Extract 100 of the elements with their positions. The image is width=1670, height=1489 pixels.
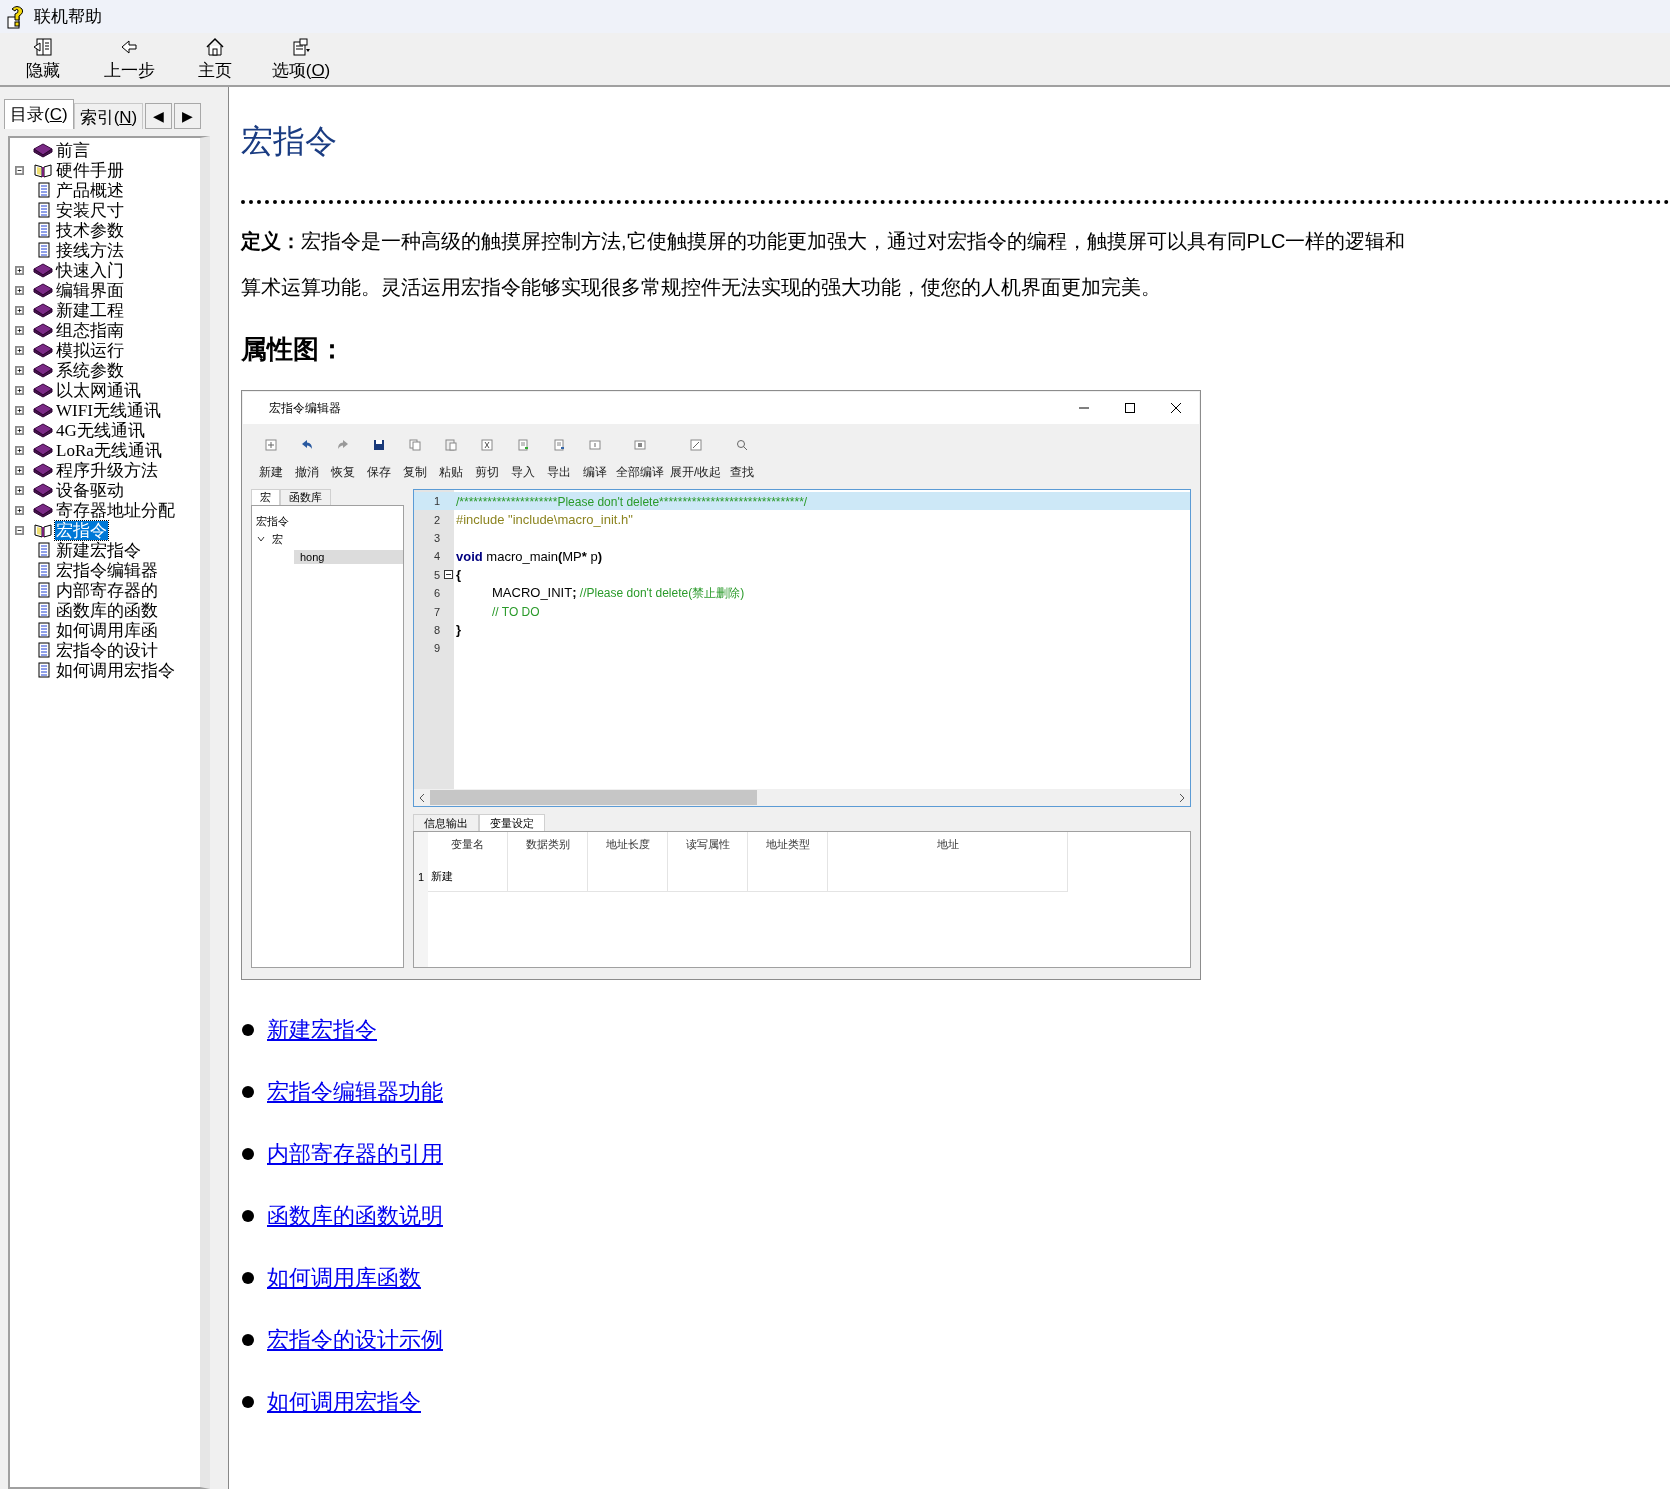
toolbar-button[interactable]: 粘贴 [433,438,469,486]
fold-marker-icon[interactable] [444,570,453,580]
table-cell: 新建 [428,862,508,892]
toolbar-button[interactable]: 隐藏 [0,33,86,85]
toolbar-button[interactable]: 撤消 [289,438,325,486]
tab[interactable]: 宏 [251,489,280,505]
toolbar-button[interactable]: 导出 [541,438,577,486]
expand-icon[interactable] [15,265,24,275]
tree-item[interactable]: WIFI无线通讯 [55,400,162,420]
line-number: 5 [432,568,441,581]
tree-item[interactable]: 系统参数 [55,360,125,380]
definition-text: 定义：宏指令是一种高级的触摸屏控制方法,它使触摸屏的功能更加强大，通过对宏指令的编程，触摸屏可以具有同PLC一样的逻辑和算术运算功能。灵活运用宏指令能够实现很多常规控件无法实现的强大功能，使您的人机界面更加完美。 [241,229,1406,300]
tab[interactable]: 索引(N) [73,103,144,129]
expand-icon[interactable] [15,325,24,335]
tree-item[interactable]: 程序升级方法 [55,460,159,480]
link[interactable]: 宏指令的设计示例 [267,1325,443,1355]
toolbar-button[interactable]: 导入 [505,438,541,486]
expand-icon[interactable] [15,285,24,295]
tree-item[interactable]: 新建宏指令 [55,540,142,560]
tree-item[interactable]: 如何调用宏指令 [55,660,176,680]
tab[interactable]: 变量设定 [479,814,545,831]
tree-item[interactable]: 寄存器地址分配 [55,500,176,520]
tree-item[interactable]: 硬件手册 [55,160,125,180]
tree-item[interactable]: 编辑界面 [55,280,125,300]
tree-item[interactable]: 前言 [55,140,91,160]
page-icon [37,622,51,638]
line-number: 6 [432,587,441,600]
search-icon [735,438,750,452]
toolbar-button[interactable]: 查找 [724,438,761,486]
toolbar-button[interactable]: 保存 [361,438,397,486]
tree-item[interactable]: 宏指令编辑器 [55,560,159,580]
tree-item[interactable]: 产品概述 [55,180,125,200]
link[interactable]: 内部寄存器的引用 [267,1139,443,1169]
toolbar-button[interactable]: 全部编译 [613,438,667,486]
tree-item[interactable]: 宏指令 [256,513,289,529]
paste-icon [444,438,458,452]
tree-item[interactable]: 宏 [272,531,283,547]
tree-item[interactable]: LoRa无线通讯 [55,440,163,460]
options-icon [291,36,311,57]
close-icon[interactable] [1170,402,1182,414]
tree-item[interactable]: 以太网通讯 [55,380,142,400]
expand-icon[interactable] [15,305,24,315]
collapse-icon[interactable] [15,525,24,535]
tab[interactable]: 信息输出 [413,814,479,831]
tree-item[interactable]: hong [294,550,403,564]
bullet-icon [241,1023,255,1037]
tree-item[interactable]: 快速入门 [55,260,125,280]
splitter[interactable] [218,87,229,1489]
link[interactable]: 宏指令编辑器功能 [267,1077,443,1107]
expand-icon[interactable] [15,425,24,435]
collapse-icon[interactable] [15,165,24,175]
scroll-button[interactable]: ▶ [174,103,202,129]
tree-item[interactable]: 宏指令的设计 [55,640,159,660]
page-icon [37,182,51,198]
tab[interactable]: 函数库 [280,489,331,505]
toolbar-button[interactable]: 主页 [172,33,258,85]
expand-icon[interactable] [15,385,24,395]
bullet-icon [241,1333,255,1347]
toolbar-button[interactable]: 剪切 [469,438,505,486]
maximize-icon[interactable] [1124,402,1136,414]
expand-icon[interactable] [15,365,24,375]
tree-item[interactable]: 组态指南 [55,320,125,340]
link[interactable]: 函数库的函数说明 [267,1201,443,1231]
toolbar-button[interactable]: 新建 [253,438,289,486]
tree-item[interactable]: 内部寄存器的 [55,580,159,600]
expand-icon[interactable] [15,445,24,455]
link[interactable]: 如何调用宏指令 [267,1387,421,1417]
link[interactable]: 如何调用库函数 [267,1263,421,1293]
scroll-button[interactable]: ◀ [145,103,173,129]
expand-icon[interactable] [15,505,24,515]
toolbar-button[interactable]: 复制 [397,438,433,486]
expand-icon[interactable] [15,485,24,495]
tree-item[interactable]: 接线方法 [55,240,125,260]
toolbar-button[interactable]: 恢复 [325,438,361,486]
tree-item[interactable]: 如何调用库函 [55,620,159,640]
window-title: 联机帮助 [34,6,102,28]
tree-item[interactable]: 模拟运行 [55,340,125,360]
toolbar-button[interactable]: 展开/收起 [667,438,725,486]
link[interactable]: 新建宏指令 [267,1015,377,1045]
tree-item[interactable]: 技术参数 [55,220,125,240]
tree-item[interactable]: 宏指令 [55,520,108,540]
page-heading: 宏指令 [241,122,338,161]
tab[interactable]: 目录(C) [4,99,74,129]
row-number: 1 [416,870,426,885]
tree-item[interactable]: 新建工程 [55,300,125,320]
expand-icon [688,438,703,452]
tree-item[interactable]: 4G无线通讯 [55,420,146,440]
tree-item[interactable]: 安装尺寸 [55,200,125,220]
toolbar-button[interactable]: 上一步 [86,33,172,85]
toolbar-button[interactable]: 选项(O) [258,33,344,85]
tree-item[interactable]: 函数库的函数 [55,600,159,620]
expand-icon[interactable] [15,465,24,475]
column-header: 变量名 [428,832,508,862]
expand-icon[interactable] [15,345,24,355]
expand-icon[interactable] [15,405,24,415]
tree-item[interactable]: 设备驱动 [55,480,125,500]
chevron-down-icon[interactable] [256,534,266,544]
toolbar-button[interactable]: 编译 [577,438,613,486]
code-editor[interactable]: 1 /*********************Please don't delete*******************************/ 2 #include "include\macro_init.h" 3 4 void macro_main(MP* p) 5 { 6 MACRO_INIT; //Please don't delete(禁止删除) 7 // TO DO 8 } 9 [413,489,1191,807]
horizontal-scrollbar[interactable] [414,789,1190,806]
